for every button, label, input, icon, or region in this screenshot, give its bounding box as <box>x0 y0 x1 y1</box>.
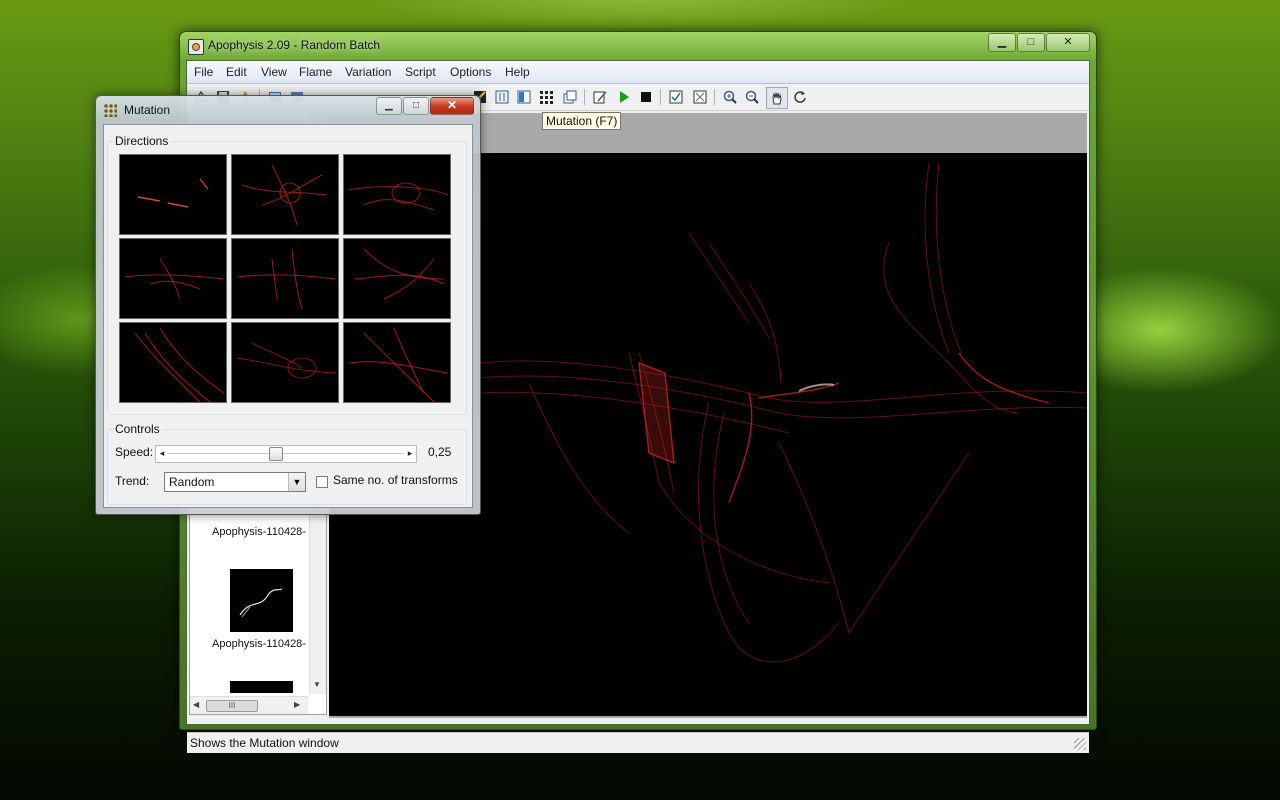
app-icon[interactable] <box>188 39 204 55</box>
mutation-icon[interactable] <box>104 104 117 117</box>
resize-grip-icon[interactable] <box>1074 738 1086 750</box>
zoom-in-icon[interactable] <box>720 87 740 107</box>
thumbnail-caption[interactable]: Apophysis-110428- <box>212 638 306 650</box>
fit-icon[interactable] <box>690 87 710 107</box>
mutation-client: Directions Controls Speed: ◂ ▸ 0,25 Tren… <box>103 124 473 508</box>
adjust-icon[interactable] <box>492 87 512 107</box>
menu-edit[interactable]: Edit <box>226 65 247 79</box>
thumbnail-image[interactable] <box>230 681 293 693</box>
maximize-button[interactable]: □ <box>1017 33 1045 52</box>
trend-label: Trend: <box>115 474 150 488</box>
mutation-preview-3[interactable] <box>343 154 451 235</box>
close-button[interactable]: ✕ <box>430 97 474 115</box>
menu-file[interactable]: File <box>194 65 213 79</box>
speed-slider-thumb[interactable] <box>268 447 283 461</box>
horizontal-scrollbar[interactable]: ◀ III ▶ <box>190 696 308 714</box>
mutation-icon[interactable] <box>536 87 556 107</box>
edit-script-icon[interactable] <box>590 87 610 107</box>
hand-icon[interactable] <box>766 87 788 109</box>
menu-help[interactable]: Help <box>505 65 530 79</box>
maximize-button[interactable]: □ <box>403 97 429 115</box>
mutation-preview-6[interactable] <box>343 238 451 319</box>
menu-view[interactable]: View <box>261 65 287 79</box>
mutation-preview-7[interactable] <box>119 322 227 403</box>
controls-label: Controls <box>113 422 162 436</box>
directions-label: Directions <box>113 134 171 148</box>
mutation-preview-4[interactable] <box>119 238 227 319</box>
tooltip: Mutation (F7) <box>542 112 622 130</box>
same-transforms-checkbox[interactable] <box>316 476 328 488</box>
thumbnail-caption[interactable]: Apophysis-110428- <box>212 526 306 538</box>
mutation-preview-9[interactable] <box>343 322 451 403</box>
options-icon[interactable] <box>666 87 686 107</box>
menu-variation[interactable]: Variation <box>345 65 391 79</box>
speed-value: 0,25 <box>428 445 452 459</box>
mutation-preview-2[interactable] <box>231 154 339 235</box>
minimize-button[interactable]: ▁ <box>988 33 1016 52</box>
directions-group: Directions <box>107 134 467 415</box>
copy-icon[interactable] <box>560 87 580 107</box>
speed-slider[interactable]: ◂ ▸ <box>155 445 417 463</box>
caption-buttons: ▁ □ ✕ <box>987 33 1090 52</box>
scrollbar-thumb[interactable]: III <box>206 700 258 712</box>
play-icon[interactable] <box>614 87 634 107</box>
stop-icon[interactable] <box>636 87 656 107</box>
mutation-preview-1[interactable] <box>119 154 227 235</box>
trend-select[interactable]: Random ▼ <box>164 472 306 492</box>
controls-group: Controls <box>107 422 467 505</box>
mutation-preview-8[interactable] <box>231 322 339 403</box>
gradient-icon[interactable] <box>514 87 534 107</box>
chevron-down-icon[interactable]: ▼ <box>288 473 305 491</box>
thumbnail-image[interactable] <box>230 569 293 632</box>
slider-left-arrow-icon[interactable]: ◂ <box>157 448 167 458</box>
toolbar-right-group <box>466 84 822 109</box>
rotate-icon[interactable] <box>790 87 810 107</box>
mutation-caption-buttons: ▁ □ ✕ <box>375 97 474 115</box>
menu-flame[interactable]: Flame <box>299 65 332 79</box>
menubar: File Edit View Flame Variation Script Op… <box>187 61 1089 84</box>
menu-options[interactable]: Options <box>450 65 491 79</box>
zoom-out-icon[interactable] <box>742 87 762 107</box>
minimize-button[interactable]: ▁ <box>376 97 402 115</box>
trend-value: Random <box>169 475 215 489</box>
mutation-window: Mutation ▁ □ ✕ Directions Controls Speed… <box>95 95 481 515</box>
speed-label: Speed: <box>115 445 154 459</box>
window-title: Apophysis 2.09 - Random Batch <box>208 38 381 52</box>
menu-script[interactable]: Script <box>405 65 436 79</box>
statusbar: Shows the Mutation window <box>187 732 1089 753</box>
status-text: Shows the Mutation window <box>190 736 339 750</box>
same-transforms-label[interactable]: Same no. of transforms <box>333 473 458 487</box>
mutation-window-title: Mutation <box>124 103 171 117</box>
close-button[interactable]: ✕ <box>1046 33 1090 52</box>
mutation-preview-5[interactable] <box>231 238 339 319</box>
slider-right-arrow-icon[interactable]: ▸ <box>405 448 415 458</box>
